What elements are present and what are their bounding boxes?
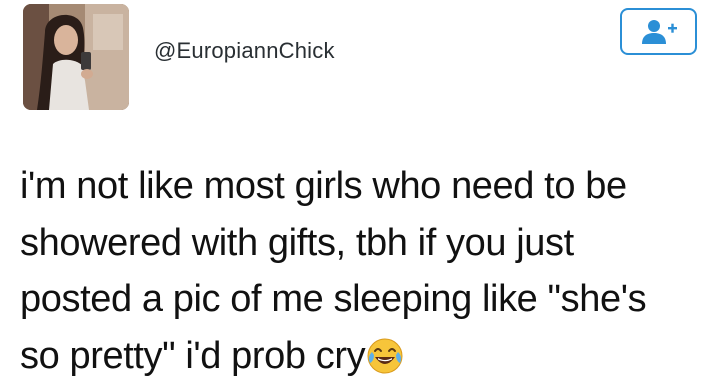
tweet-text-line: posted a pic of me sleeping like "she's xyxy=(20,278,647,320)
tweet-text: i'm not like most girls who need to be s… xyxy=(20,158,710,384)
tweet-text-line-last: so pretty" i'd prob cry xyxy=(20,328,710,385)
tweet-text-line: showered with gifts, tbh if you just xyxy=(20,221,574,264)
follow-button[interactable] xyxy=(620,8,697,55)
tweet-text-line: i'm not like most girls who need to be xyxy=(20,165,627,207)
avatar[interactable] xyxy=(23,4,129,110)
profile-photo-image xyxy=(23,4,129,110)
author-handle[interactable]: @EuropiannChick xyxy=(154,38,335,64)
tweet-text-line-content: so pretty" i'd prob cry xyxy=(20,334,366,377)
face-with-tears-of-joy-icon xyxy=(366,337,404,375)
add-user-icon xyxy=(641,19,677,44)
tweet-card: @EuropiannChick i'm not like most girls … xyxy=(0,0,720,385)
